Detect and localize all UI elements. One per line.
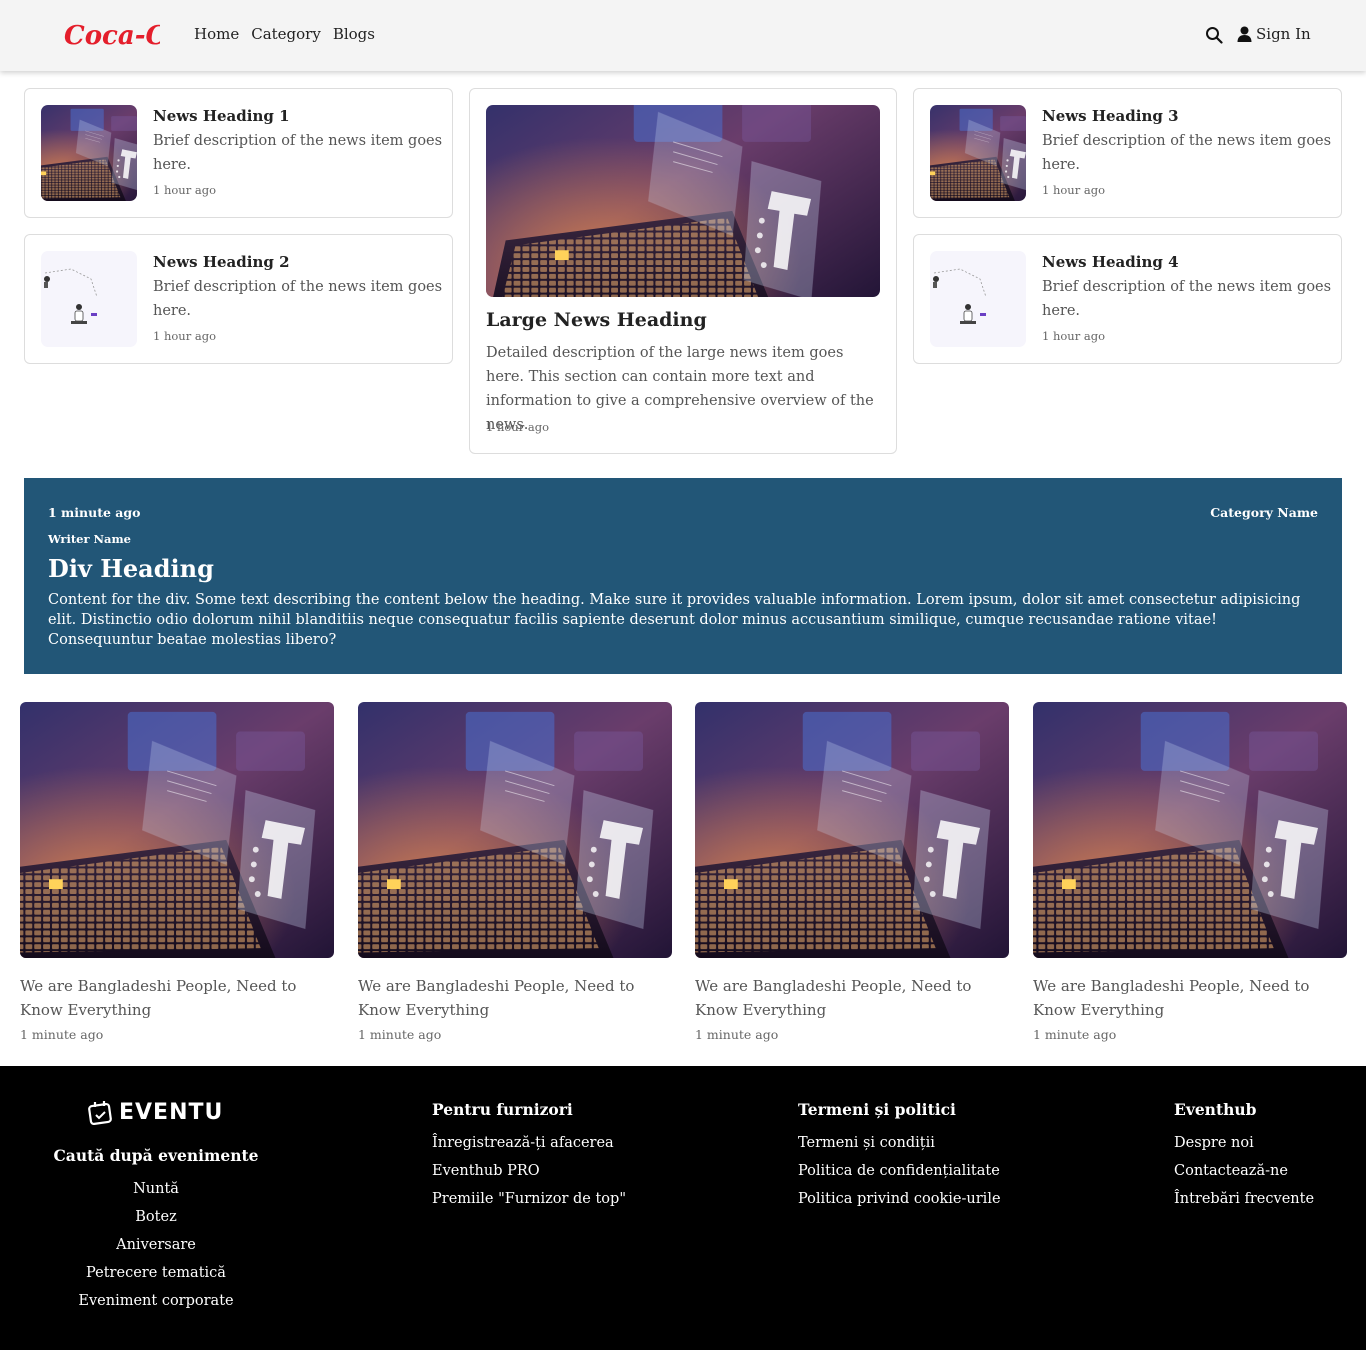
footer-link[interactable]: Politica privind cookie-urile bbox=[798, 1185, 1001, 1213]
article-time: 1 minute ago bbox=[358, 1027, 442, 1042]
featured-banner: 1 minute ago Category Name Writer Name D… bbox=[24, 478, 1342, 674]
banner-time: 1 minute ago bbox=[48, 505, 141, 520]
footer-heading: Pentru furnizori bbox=[432, 1100, 573, 1119]
banner-heading: Div Heading bbox=[48, 554, 214, 583]
article-image bbox=[358, 702, 672, 958]
site-footer: EVENTU Caută după evenimente Nuntă Botez… bbox=[0, 1066, 1366, 1350]
news-thumbnail bbox=[41, 105, 137, 201]
article-time: 1 minute ago bbox=[20, 1027, 104, 1042]
footer-link[interactable]: Termeni și condiții bbox=[798, 1129, 1001, 1157]
news-card[interactable]: News Heading 4 Brief description of the … bbox=[913, 234, 1342, 364]
large-news-card[interactable]: Large News Heading Detailed description … bbox=[469, 88, 897, 454]
news-time: 1 hour ago bbox=[153, 183, 217, 197]
large-news-image bbox=[486, 105, 880, 297]
nav-category[interactable]: Category bbox=[251, 25, 321, 43]
sign-in-link[interactable]: Sign In bbox=[1237, 25, 1311, 43]
nav-blogs[interactable]: Blogs bbox=[333, 25, 375, 43]
footer-col-suppliers: Pentru furnizori Înregistrează-ți afacer… bbox=[432, 1100, 626, 1213]
footer-link[interactable]: Aniversare bbox=[36, 1231, 276, 1259]
article-time: 1 minute ago bbox=[695, 1027, 779, 1042]
footer-link[interactable]: Înregistrează-ți afacerea bbox=[432, 1129, 626, 1157]
news-card[interactable]: News Heading 1 Brief description of the … bbox=[24, 88, 453, 218]
svg-text:Coca-Cola: Coca-Cola bbox=[64, 21, 160, 51]
article-image bbox=[1033, 702, 1347, 958]
banner-content: Content for the div. Some text describin… bbox=[48, 592, 1301, 648]
article-image bbox=[20, 702, 334, 958]
article-title[interactable]: We are Bangladeshi People, Need to Know … bbox=[20, 974, 334, 1022]
news-time: 1 hour ago bbox=[1042, 329, 1106, 343]
nav-home[interactable]: Home bbox=[194, 25, 239, 43]
user-icon bbox=[1237, 26, 1252, 42]
article-title[interactable]: We are Bangladeshi People, Need to Know … bbox=[695, 974, 1009, 1022]
article-title[interactable]: We are Bangladeshi People, Need to Know … bbox=[1033, 974, 1347, 1022]
banner-category[interactable]: Category Name bbox=[1210, 505, 1318, 520]
footer-col-events: Caută după evenimente Nuntă Botez Aniver… bbox=[36, 1146, 276, 1315]
news-title[interactable]: News Heading 3 bbox=[1042, 107, 1179, 125]
news-time: 1 hour ago bbox=[153, 329, 217, 343]
footer-link[interactable]: Petrecere tematică bbox=[36, 1259, 276, 1287]
footer-link[interactable]: Eveniment corporate bbox=[36, 1287, 276, 1315]
news-description: Brief description of the news item goes … bbox=[153, 133, 443, 173]
news-thumbnail bbox=[41, 251, 137, 347]
large-news-title[interactable]: Large News Heading bbox=[486, 309, 707, 331]
site-header: Coca-Cola Home Category Blogs Sign In bbox=[0, 0, 1366, 71]
footer-link[interactable]: Contactează-ne bbox=[1174, 1157, 1314, 1185]
article-title[interactable]: We are Bangladeshi People, Need to Know … bbox=[358, 974, 672, 1022]
news-description: Brief description of the news item goes … bbox=[1042, 133, 1332, 173]
calendar-icon bbox=[88, 1100, 112, 1125]
news-title[interactable]: News Heading 1 bbox=[153, 107, 290, 125]
article-card[interactable]: We are Bangladeshi People, Need to Know … bbox=[20, 702, 334, 1052]
footer-col-policies: Termeni și politici Termeni și condiții … bbox=[798, 1100, 1001, 1213]
search-icon[interactable] bbox=[1205, 26, 1223, 44]
sign-in-label: Sign In bbox=[1256, 25, 1311, 43]
footer-link[interactable]: Nuntă bbox=[36, 1175, 276, 1203]
news-card[interactable]: News Heading 3 Brief description of the … bbox=[913, 88, 1342, 218]
news-time: 1 hour ago bbox=[1042, 183, 1106, 197]
footer-heading: Caută după evenimente bbox=[53, 1146, 259, 1165]
article-card[interactable]: We are Bangladeshi People, Need to Know … bbox=[358, 702, 672, 1052]
news-title[interactable]: News Heading 2 bbox=[153, 253, 290, 271]
footer-col-eventhub: Eventhub Despre noi Contactează-ne Între… bbox=[1174, 1100, 1314, 1213]
coca-cola-logo[interactable]: Coca-Cola bbox=[62, 14, 160, 54]
article-card[interactable]: We are Bangladeshi People, Need to Know … bbox=[695, 702, 1009, 1052]
news-thumbnail bbox=[930, 251, 1026, 347]
footer-link[interactable]: Despre noi bbox=[1174, 1129, 1314, 1157]
news-description: Brief description of the news item goes … bbox=[1042, 279, 1332, 319]
large-news-time: 1 hour ago bbox=[486, 420, 550, 434]
news-title[interactable]: News Heading 4 bbox=[1042, 253, 1179, 271]
footer-link[interactable]: Premiile "Furnizor de top" bbox=[432, 1185, 626, 1213]
eventu-logo[interactable]: EVENTU bbox=[88, 1100, 223, 1125]
footer-link[interactable]: Eventhub PRO bbox=[432, 1157, 626, 1185]
footer-link[interactable]: Întrebări frecvente bbox=[1174, 1185, 1314, 1213]
banner-writer: Writer Name bbox=[48, 532, 131, 546]
main-nav: Home Category Blogs bbox=[194, 25, 375, 43]
footer-heading: Termeni și politici bbox=[798, 1100, 956, 1119]
news-description: Brief description of the news item goes … bbox=[153, 279, 443, 319]
article-card[interactable]: We are Bangladeshi People, Need to Know … bbox=[1033, 702, 1347, 1052]
news-card[interactable]: News Heading 2 Brief description of the … bbox=[24, 234, 453, 364]
news-thumbnail bbox=[930, 105, 1026, 201]
footer-heading: Eventhub bbox=[1174, 1100, 1257, 1119]
footer-link[interactable]: Botez bbox=[36, 1203, 276, 1231]
footer-link[interactable]: Politica de confidențialitate bbox=[798, 1157, 1001, 1185]
eventu-logo-text: EVENTU bbox=[119, 1100, 224, 1125]
article-image bbox=[695, 702, 1009, 958]
article-time: 1 minute ago bbox=[1033, 1027, 1117, 1042]
